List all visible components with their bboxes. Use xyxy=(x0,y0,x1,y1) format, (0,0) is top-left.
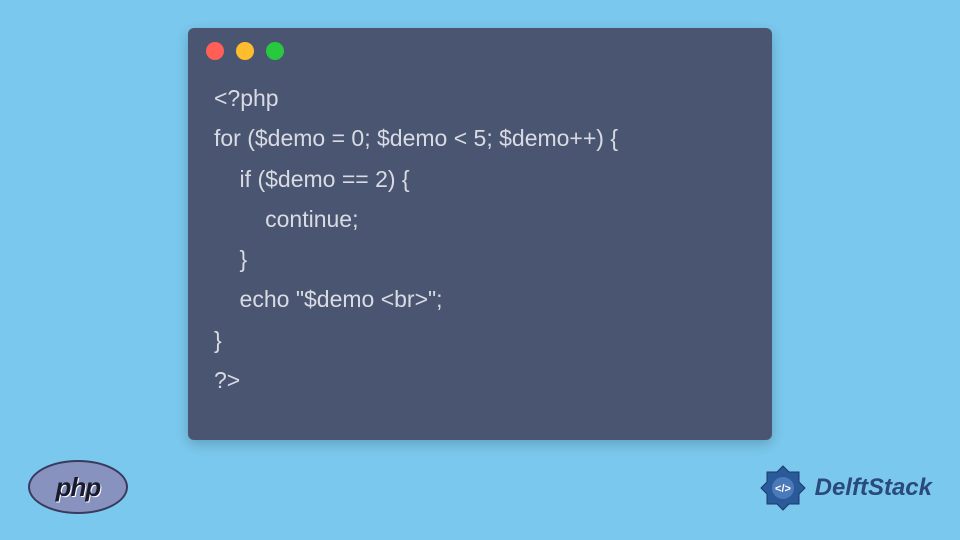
code-window: <?php for ($demo = 0; $demo < 5; $demo++… xyxy=(188,28,772,440)
svg-text:</>: </> xyxy=(775,483,791,495)
minimize-icon xyxy=(236,42,254,60)
window-controls xyxy=(188,28,772,68)
close-icon xyxy=(206,42,224,60)
maximize-icon xyxy=(266,42,284,60)
code-content: <?php for ($demo = 0; $demo < 5; $demo++… xyxy=(188,68,772,410)
delftstack-logo: </> DelftStack xyxy=(757,462,932,514)
php-logo-ellipse: php xyxy=(28,460,128,514)
php-logo: php xyxy=(28,460,128,514)
delftstack-icon: </> xyxy=(757,462,809,514)
php-logo-text: php xyxy=(56,472,101,503)
delftstack-text: DelftStack xyxy=(815,474,932,502)
